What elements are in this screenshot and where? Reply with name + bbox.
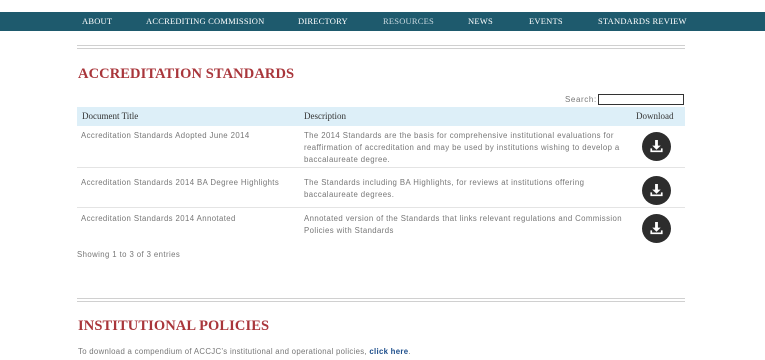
policies-text: To download a compendium of ACCJC’s inst…: [78, 347, 367, 356]
table-row: Accreditation Standards 2014 Annotated A…: [77, 208, 685, 243]
document-title[interactable]: Accreditation Standards 2014 BA Degree H…: [81, 178, 279, 187]
top-strip: [0, 0, 765, 12]
accreditation-standards-heading: ACCREDITATION STANDARDS: [78, 66, 295, 82]
document-description: The 2014 Standards are the basis for com…: [304, 131, 620, 164]
nav-item-resources[interactable]: RESOURCES: [383, 12, 434, 31]
nav-item-news[interactable]: NEWS: [468, 12, 493, 31]
document-title[interactable]: Accreditation Standards Adopted June 201…: [81, 131, 250, 140]
nav-item-directory[interactable]: DIRECTORY: [298, 12, 348, 31]
column-header-description[interactable]: Description: [304, 107, 346, 126]
nav-item-about[interactable]: ABOUT: [82, 12, 112, 31]
nav-item-events[interactable]: EVENTS: [529, 12, 563, 31]
search-label: Search:: [565, 95, 597, 104]
download-button[interactable]: [642, 214, 671, 243]
column-header-download[interactable]: Download: [636, 107, 674, 126]
document-description: The Standards including BA Highlights, f…: [304, 178, 585, 199]
download-button[interactable]: [642, 132, 671, 161]
main-nav: ABOUT ACCREDITING COMMISSION DIRECTORY R…: [0, 12, 765, 31]
policies-paragraph: To download a compendium of ACCJC’s inst…: [78, 347, 411, 356]
column-header-document-title[interactable]: Document Title: [82, 107, 138, 126]
table-row: Accreditation Standards Adopted June 201…: [77, 126, 685, 168]
nav-item-standards-review[interactable]: STANDARDS REVIEW: [598, 12, 687, 31]
download-icon: [650, 221, 663, 235]
document-description: Annotated version of the Standards that …: [304, 214, 623, 235]
nav-item-accrediting-commission[interactable]: ACCREDITING COMMISSION: [146, 12, 264, 31]
download-button[interactable]: [642, 176, 671, 205]
download-icon: [650, 183, 663, 197]
table-row: Accreditation Standards 2014 BA Degree H…: [77, 168, 685, 208]
entries-info: Showing 1 to 3 of 3 entries: [77, 250, 181, 259]
document-title[interactable]: Accreditation Standards 2014 Annotated: [81, 214, 236, 223]
institutional-policies-heading: INSTITUTIONAL POLICIES: [78, 318, 270, 334]
policies-suffix: .: [408, 347, 411, 356]
section-divider: [77, 298, 685, 302]
search-input[interactable]: [598, 94, 684, 105]
table-header: Document Title Description Download: [77, 107, 685, 126]
click-here-link[interactable]: click here: [369, 347, 408, 356]
section-divider: [77, 45, 685, 49]
download-icon: [650, 139, 663, 153]
